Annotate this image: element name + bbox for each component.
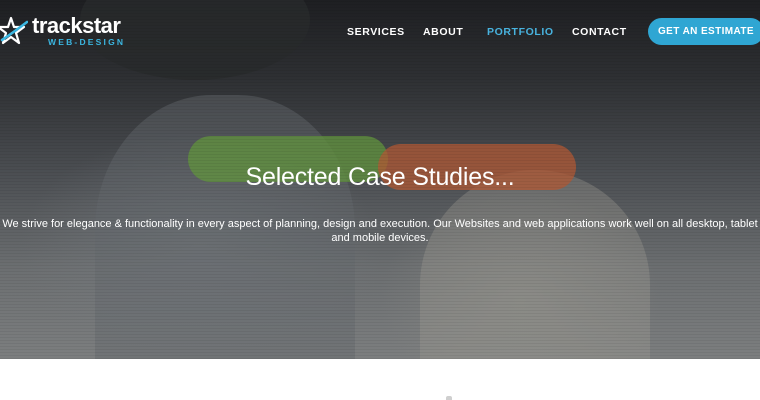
hero-banner: trackstar WEB-DESIGN SERVICES ABOUT PORT…: [0, 0, 760, 359]
hero-description-line-1: We strive for elegance & functionality i…: [2, 218, 758, 230]
nav-item-portfolio[interactable]: PORTFOLIO: [487, 26, 554, 38]
hero-description: We strive for elegance & functionality i…: [0, 217, 760, 245]
nav-item-services[interactable]: SERVICES: [347, 26, 405, 38]
nav-item-about[interactable]: ABOUT: [423, 26, 463, 38]
page-title: Selected Case Studies...: [245, 163, 515, 191]
get-estimate-button[interactable]: GET AN ESTIMATE: [648, 18, 760, 45]
content-start-mark: [446, 396, 452, 400]
main-nav: SERVICES ABOUT PORTFOLIO CONTACT: [0, 26, 760, 40]
nav-item-contact[interactable]: CONTACT: [572, 26, 627, 38]
background-photo-person-right: [420, 170, 650, 359]
hero-description-line-2: and mobile devices.: [331, 232, 429, 244]
